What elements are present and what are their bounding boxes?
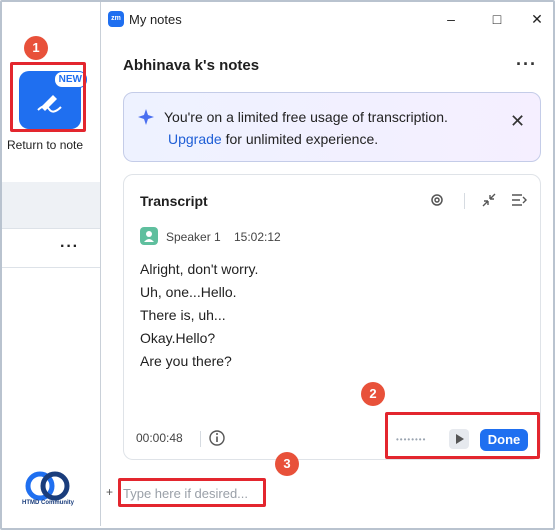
banner-upgrade-text: for unlimited experience. xyxy=(221,131,379,147)
speaker-timestamp: 15:02:12 xyxy=(234,230,281,244)
collapse-icon[interactable] xyxy=(480,191,498,209)
gear-icon[interactable] xyxy=(428,191,446,209)
highlight-box-input xyxy=(118,478,266,507)
toolbar-divider xyxy=(464,193,465,209)
sparkle-icon xyxy=(138,109,154,125)
zoom-app-icon: zm xyxy=(108,11,124,27)
transcript-line: Alright, don't worry. xyxy=(140,261,259,277)
transcript-line: Okay.Hello? xyxy=(140,330,216,346)
speaker-name: Speaker 1 xyxy=(166,230,221,244)
maximize-icon[interactable]: □ xyxy=(485,8,509,30)
banner-message: You're on a limited free usage of transc… xyxy=(164,109,448,125)
speaker-avatar xyxy=(140,227,158,245)
title-bar: zm My notes – □ ✕ xyxy=(101,2,554,36)
transcript-title: Transcript xyxy=(140,193,208,209)
highlight-box-return-to-note xyxy=(10,62,86,132)
more-options-icon[interactable]: ··· xyxy=(60,238,79,256)
divider xyxy=(2,228,100,229)
close-banner-icon[interactable]: ✕ xyxy=(510,111,525,132)
return-to-note-label: Return to note xyxy=(7,138,84,152)
step-marker-2: 2 xyxy=(361,382,385,406)
add-icon[interactable]: + xyxy=(106,485,113,499)
transcript-line: Uh, one...Hello. xyxy=(140,284,237,300)
minimize-icon[interactable]: – xyxy=(439,8,463,30)
banner-upgrade-line: Upgrade for unlimited experience. xyxy=(168,131,378,147)
divider xyxy=(2,267,100,268)
step-marker-3: 3 xyxy=(275,452,299,476)
notes-more-icon[interactable]: ··· xyxy=(516,54,537,75)
transcript-menu-icon[interactable] xyxy=(510,191,528,209)
window-title: My notes xyxy=(129,12,182,27)
highlight-box-done xyxy=(385,412,540,459)
step-marker-1: 1 xyxy=(24,36,48,60)
notes-owner-title: Abhinava k's notes xyxy=(123,57,260,74)
elapsed-time: 00:00:48 xyxy=(136,431,183,445)
person-icon xyxy=(144,231,154,242)
close-window-icon[interactable]: ✕ xyxy=(525,8,549,30)
transcript-line: Are you there? xyxy=(140,353,232,369)
usage-banner: You're on a limited free usage of transc… xyxy=(123,92,541,162)
info-icon[interactable] xyxy=(208,429,226,447)
logo-text: HTMD Community xyxy=(22,500,74,506)
upgrade-link[interactable]: Upgrade xyxy=(168,131,222,147)
footer-divider xyxy=(200,431,201,447)
background-selected-row xyxy=(2,182,100,228)
transcript-line: There is, uh... xyxy=(140,307,226,323)
